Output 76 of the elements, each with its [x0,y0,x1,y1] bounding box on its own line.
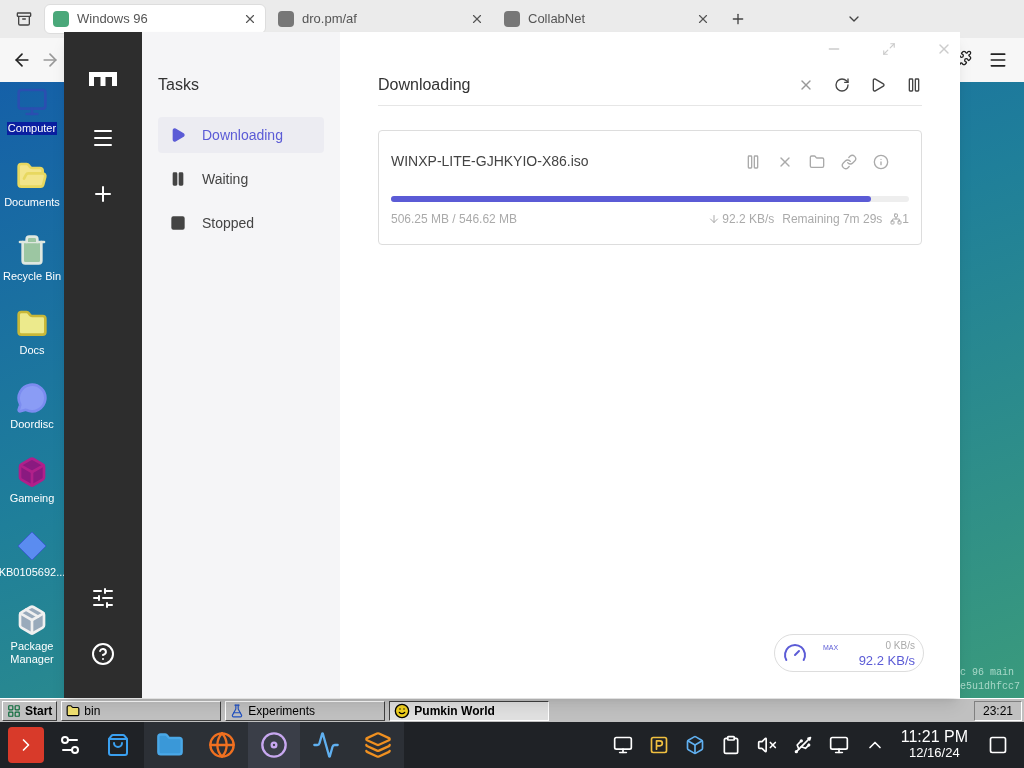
pause-icon[interactable] [906,77,922,93]
logo-icon [89,72,117,86]
tab-title: CollabNet [528,10,587,29]
menu-icon[interactable] [988,50,1008,70]
browser-app-icon[interactable] [196,722,248,768]
current-speed: 92.2 KB/s [858,652,915,669]
recycle-bin-icon [16,234,48,266]
browser-tab[interactable]: CollabNet [496,4,718,34]
close-icon[interactable] [243,12,257,26]
parking-icon[interactable] [648,735,669,755]
folder-icon [66,703,81,718]
tab-overview-icon[interactable] [16,11,32,27]
desktop-icon-label[interactable]: Computer [6,122,58,135]
favicon-icon [278,11,294,27]
desktop-icon-label[interactable]: Doordisc [9,418,55,431]
speed-text: 92.2 KB/s [722,211,775,228]
nav-item[interactable]: Downloading [158,117,324,153]
monitor-app-icon[interactable] [300,722,352,768]
new-tab-icon[interactable] [730,11,746,27]
play-icon[interactable] [870,77,886,93]
settings-icon[interactable] [91,586,115,610]
files-app-icon[interactable] [144,722,196,768]
sidebar-title: Tasks [158,75,200,95]
clock-date: 12/16/24 [909,745,960,761]
browser-tab[interactable]: Windows 96 [44,4,266,34]
desktop-text: c 96 main [960,666,1014,680]
nav-item[interactable]: Waiting [158,161,324,197]
desktop-icon-label[interactable]: Documents [3,196,61,209]
disc-app-icon[interactable] [248,722,300,768]
tab-title: dro.pm/af [302,10,358,29]
flask-icon [230,703,245,718]
size-text: 506.25 MB / 546.62 MB [391,211,519,228]
play-icon [170,127,186,143]
close-icon[interactable] [696,12,710,26]
start-icon [7,703,21,718]
page-title: Downloading [378,75,472,95]
notifications-icon[interactable] [988,735,1008,755]
tab-title: Windows 96 [77,10,149,29]
win96-clock: 23:21 [973,700,1022,721]
desktop-icon-label[interactable]: KB0105692... [0,566,67,579]
file-name: WINXP-LITE-GJHKYIO-X86.iso [391,152,590,171]
favicon-icon [504,11,520,27]
desktop-icon-label[interactable]: Package Manager [0,640,64,666]
chat-icon [16,382,48,414]
stop-icon [170,215,186,231]
remaining-text: Remaining 7m 29s [782,211,883,228]
connections-icon [890,213,903,225]
cube-icon [16,456,48,488]
nav-item[interactable]: Stopped [158,205,324,241]
volume-muted-icon[interactable] [756,735,777,755]
usb-icon[interactable] [792,735,813,755]
network-icon[interactable] [828,735,849,755]
desktop-icon-label[interactable]: Docs [18,344,46,357]
taskbar-window-button[interactable]: Experiments [225,700,386,721]
desktop-icon-label[interactable]: Gameing [8,492,56,505]
package-icon[interactable] [684,735,705,755]
desktop-text: e5u1dhfcc7 [960,680,1020,694]
help-icon[interactable] [91,642,115,666]
face-icon [394,702,411,719]
package-icon [16,604,48,636]
browser-tab[interactable]: dro.pm/af [270,4,492,34]
download-speed-icon [708,213,721,225]
speed-limit: 0 KB/s [885,638,915,653]
pause-icon [170,171,186,187]
diamond-icon [16,530,48,562]
taskbar-window-button[interactable]: Pumkin World [389,700,550,721]
connections-count: 1 [902,211,909,228]
layers-app-icon[interactable] [352,722,404,768]
display-icon[interactable] [612,735,633,755]
favicon-icon [53,11,69,27]
desktop-icon-label[interactable]: Recycle Bin [1,270,63,283]
close-icon[interactable] [470,12,484,26]
taskbar-window-button[interactable]: bin [61,700,222,721]
start-button[interactable]: Start [2,700,58,721]
clock-time: 11:21 PM [900,729,968,745]
refresh-icon[interactable] [834,77,850,93]
